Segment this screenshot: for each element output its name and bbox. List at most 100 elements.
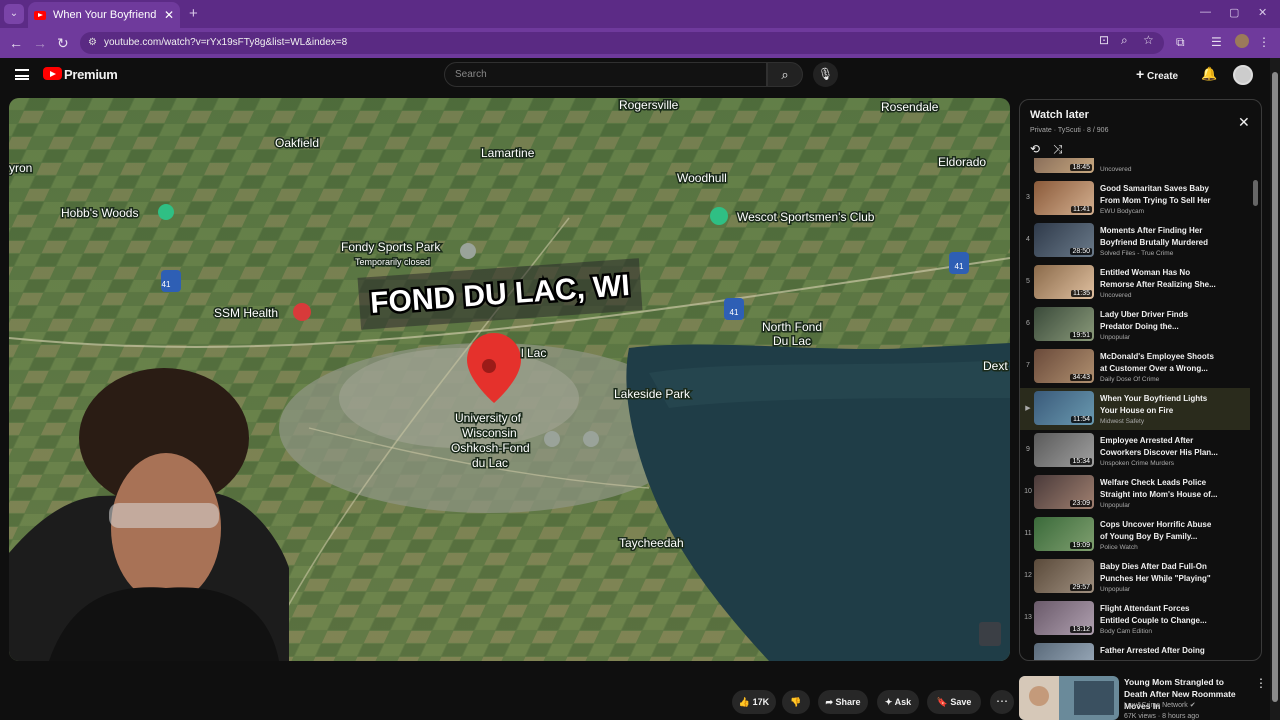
playlist-thumbnail[interactable]: 18:45: [1034, 158, 1094, 173]
highway-shield: 41: [162, 280, 171, 289]
playlist-scrollbar[interactable]: [1253, 162, 1258, 657]
playlist-thumbnail[interactable]: 28:50: [1034, 223, 1094, 257]
browser-profile-avatar[interactable]: [1235, 34, 1249, 48]
search-input[interactable]: Search: [444, 62, 767, 87]
playlist-item-title[interactable]: Flight Attendant Forces Entitled Couple …: [1100, 603, 1220, 627]
playlist-item-title[interactable]: Entitled Woman Has No Remorse After Real…: [1100, 267, 1220, 291]
playlist-thumbnail[interactable]: [1034, 643, 1094, 660]
plus-icon: +: [1136, 66, 1145, 82]
reading-list-icon[interactable]: ☰: [1211, 35, 1222, 49]
notifications-bell-icon[interactable]: 🔔: [1201, 66, 1217, 82]
playlist-item-index: 5: [1026, 278, 1030, 285]
extensions-icon[interactable]: ⧉: [1176, 35, 1185, 50]
brand-label[interactable]: Premium: [64, 67, 118, 82]
playlist-scroll-thumb[interactable]: [1253, 180, 1258, 206]
playlist-item-channel: Uncovered: [1100, 166, 1132, 173]
playlist-thumbnail[interactable]: 11:54: [1034, 391, 1094, 425]
playlist-item-channel: Unpopular: [1100, 586, 1130, 593]
page-scroll-thumb[interactable]: [1272, 72, 1278, 702]
voice-search-button[interactable]: 🎙: [813, 62, 838, 87]
recommended-menu-icon[interactable]: ⋮: [1255, 676, 1267, 690]
video-player[interactable]: FOND DU LAC, WI Rogersville Rosendale Oa…: [9, 98, 1010, 661]
playlist-item-title[interactable]: Moments After Finding Her Boyfriend Brut…: [1100, 225, 1220, 249]
playlist-item[interactable]: 5 11:35 Entitled Woman Has No Remorse Afte…: [1020, 262, 1250, 304]
ask-button[interactable]: ✦ Ask: [877, 690, 919, 714]
video-duration: 23:09: [1070, 500, 1092, 507]
playlist-item[interactable]: 11 19:09 Cops Uncover Horrific Abuse of Yo…: [1020, 514, 1250, 556]
playlist-item[interactable]: 6 19:51 Lady Uber Driver Finds Predator Do…: [1020, 304, 1250, 346]
more-actions-button[interactable]: ⋯: [990, 690, 1014, 714]
playlist-item[interactable]: 3 11:41 Good Samaritan Saves Baby From Mom…: [1020, 178, 1250, 220]
playlist-item-index: 13: [1024, 614, 1032, 621]
minimize-icon[interactable]: —: [1200, 6, 1211, 18]
playlist-item-title[interactable]: Father Arrested After Doing: [1100, 645, 1220, 657]
window-close-icon[interactable]: ✕: [1258, 6, 1267, 19]
playlist-thumbnail[interactable]: 15:34: [1034, 433, 1094, 467]
close-playlist-icon[interactable]: ✕: [1238, 114, 1250, 131]
video-duration: 34:43: [1070, 374, 1092, 381]
playlist-item[interactable]: 4 28:50 Moments After Finding Her Boyfrien…: [1020, 220, 1250, 262]
address-bar[interactable]: ⚙ youtube.com/watch?v=rYx19sFTy8g&list=W…: [80, 32, 1164, 54]
playlist-thumbnail[interactable]: 34:43: [1034, 349, 1094, 383]
playlist-item[interactable]: 13 13:12 Flight Attendant Forces Entitled …: [1020, 598, 1250, 640]
map-label: Lakeside Park: [614, 387, 691, 401]
share-button[interactable]: ➦ Share: [818, 690, 868, 714]
map-label: University of: [455, 411, 522, 425]
playlist-thumbnail[interactable]: 19:51: [1034, 307, 1094, 341]
playlist-item-current[interactable]: ▶ 11:54 When Your Boyfriend Lights Your Ho…: [1020, 388, 1250, 430]
forward-icon[interactable]: →: [33, 35, 47, 51]
recommended-thumbnail[interactable]: [1019, 676, 1119, 720]
playlist-item[interactable]: 18:45 Uncovered: [1020, 158, 1250, 178]
playlist-item-title[interactable]: Lady Uber Driver Finds Predator Doing th…: [1100, 309, 1220, 333]
playlist-item-title[interactable]: McDonald's Employee Shoots at Customer O…: [1100, 351, 1220, 375]
dislike-button[interactable]: 👎: [782, 690, 810, 714]
playlist-item-channel: Midwest Safety: [1100, 418, 1145, 425]
playlist-thumbnail[interactable]: 29:57: [1034, 559, 1094, 593]
shuffle-icon[interactable]: ⤨: [1053, 142, 1063, 157]
tab-search-button[interactable]: ⌄: [4, 4, 24, 24]
playlist-thumbnail[interactable]: 19:09: [1034, 517, 1094, 551]
page-scrollbar[interactable]: [1270, 58, 1280, 720]
playlist-item[interactable]: 10 23:09 Welfare Check Leads Police Straig…: [1020, 472, 1250, 514]
playlist-item-title[interactable]: Welfare Check Leads Police Straight into…: [1100, 477, 1220, 501]
playlist-item[interactable]: 12 29:57 Baby Dies After Dad Full-On Punch…: [1020, 556, 1250, 598]
menu-icon[interactable]: [15, 69, 29, 80]
playlist-item[interactable]: Father Arrested After Doing: [1020, 640, 1250, 660]
playlist-item[interactable]: 7 34:43 McDonald's Employee Shoots at Cust…: [1020, 346, 1250, 388]
map-label: Hobb's Woods: [61, 206, 138, 220]
zoom-icon[interactable]: ⌕: [1121, 33, 1128, 48]
back-icon[interactable]: ←: [9, 35, 23, 51]
playlist-item-title[interactable]: Baby Dies After Dad Full-On Punches Her …: [1100, 561, 1220, 585]
recommended-video[interactable]: Young Mom Strangled to Death After New R…: [1019, 676, 1269, 720]
save-button[interactable]: 🔖 Save: [927, 690, 981, 714]
playlist-thumbnail[interactable]: 11:35: [1034, 265, 1094, 299]
playlist-thumbnail[interactable]: 23:09: [1034, 475, 1094, 509]
playlist-thumbnail[interactable]: 13:12: [1034, 601, 1094, 635]
map-label: yron: [9, 161, 32, 175]
playlist-item-title[interactable]: Cops Uncover Horrific Abuse of Young Boy…: [1100, 519, 1220, 543]
account-avatar[interactable]: [1233, 65, 1253, 85]
playlist-thumbnail[interactable]: 11:41: [1034, 181, 1094, 215]
search-button[interactable]: ⌕: [767, 62, 803, 87]
playlist-item-title[interactable]: Good Samaritan Saves Baby From Mom Tryin…: [1100, 183, 1220, 207]
close-tab-icon[interactable]: ✕: [164, 8, 174, 22]
youtube-logo-icon[interactable]: [43, 67, 62, 80]
browser-menu-icon[interactable]: ⋮: [1258, 35, 1270, 49]
like-button[interactable]: 👍 17K: [732, 690, 776, 714]
channel-watermark[interactable]: [979, 622, 1001, 646]
playlist-item[interactable]: 9 15:34 Employee Arrested After Coworkers …: [1020, 430, 1250, 472]
browser-toolbar: ← → ↻ ⚙ youtube.com/watch?v=rYx19sFTy8g&…: [0, 28, 1280, 58]
reload-icon[interactable]: ↻: [57, 35, 69, 52]
playlist-title[interactable]: Watch later: [1030, 109, 1089, 121]
install-app-icon[interactable]: ⊡: [1099, 33, 1109, 47]
playlist-item-title[interactable]: When Your Boyfriend Lights Your House on…: [1100, 393, 1220, 417]
new-tab-icon[interactable]: +: [189, 5, 198, 22]
loop-icon[interactable]: ⟲: [1030, 142, 1040, 156]
browser-tab-active[interactable]: When Your Boyfriend Lights Yo ✕: [28, 2, 180, 28]
maximize-icon[interactable]: ▢: [1229, 6, 1239, 19]
site-info-icon[interactable]: ⚙: [88, 32, 97, 54]
video-duration: 13:12: [1070, 626, 1092, 633]
create-button[interactable]: + Create: [1136, 66, 1178, 82]
playlist-item-title[interactable]: Employee Arrested After Coworkers Discov…: [1100, 435, 1220, 459]
bookmark-star-icon[interactable]: ☆: [1143, 33, 1154, 47]
